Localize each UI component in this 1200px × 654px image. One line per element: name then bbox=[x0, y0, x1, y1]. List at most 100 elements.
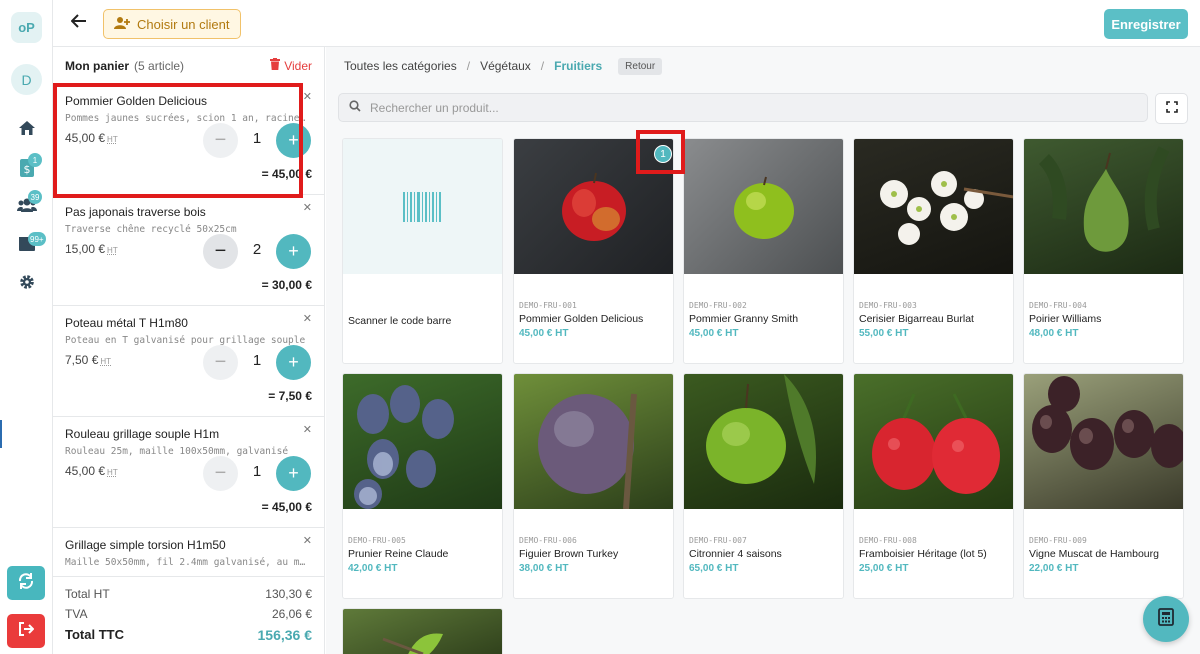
logout-button[interactable] bbox=[7, 614, 45, 648]
product-card[interactable]: DEMO-FRU-005 Prunier Reine Claude 42,00 … bbox=[342, 373, 503, 599]
product-card[interactable]: DEMO-FRU-004 Poirier Williams 48,00 € HT bbox=[1023, 138, 1184, 364]
total-ttc-value: 156,36 € bbox=[257, 627, 313, 643]
calculator-button[interactable] bbox=[1143, 596, 1189, 642]
cart-item-name: Rouleau grillage souple H1m bbox=[65, 427, 220, 441]
increase-qty-button[interactable]: + bbox=[276, 234, 311, 269]
product-name: Cerisier Bigarreau Burlat bbox=[859, 313, 974, 325]
decrease-qty-button[interactable]: − bbox=[203, 456, 238, 491]
product-image bbox=[514, 374, 673, 510]
fullscreen-button[interactable] bbox=[1155, 93, 1188, 124]
product-price: 22,00 € HT bbox=[1029, 563, 1079, 574]
line-total: = 30,00 € bbox=[261, 278, 312, 292]
breadcrumb-level1[interactable]: Végétaux bbox=[480, 59, 531, 73]
increase-qty-button[interactable]: + bbox=[276, 456, 311, 491]
product-sku: DEMO-FRU-008 bbox=[859, 536, 917, 545]
back-category-button[interactable]: Retour bbox=[618, 57, 663, 75]
product-sku: DEMO-FRU-003 bbox=[859, 301, 917, 310]
user-avatar[interactable]: D bbox=[11, 64, 42, 95]
product-search[interactable]: Rechercher un produit... bbox=[338, 93, 1148, 122]
user-plus-icon bbox=[114, 16, 130, 33]
clear-cart-button[interactable]: Vider bbox=[270, 58, 312, 73]
total-ttc-row: Total TTC 156,36 € bbox=[65, 627, 312, 647]
product-card[interactable]: DEMO-FRU-009 Vigne Muscat de Hambourg 22… bbox=[1023, 373, 1184, 599]
product-card[interactable]: DEMO-FRU-003 Cerisier Bigarreau Burlat 5… bbox=[853, 138, 1014, 364]
product-price: 45,00 € HT bbox=[519, 328, 569, 339]
total-ht-row: Total HT 130,30 € bbox=[65, 587, 312, 607]
nav-home[interactable] bbox=[0, 115, 53, 145]
product-sku: DEMO-FRU-005 bbox=[348, 536, 406, 545]
search-icon bbox=[349, 100, 361, 115]
trash-icon bbox=[270, 58, 281, 73]
remove-item-button[interactable]: ✕ bbox=[303, 423, 312, 436]
product-sku: DEMO-FRU-001 bbox=[519, 301, 577, 310]
cart-item-price[interactable]: 7,50 € HT bbox=[65, 353, 111, 367]
product-card[interactable]: DEMO-FRU-006 Figuier Brown Turkey 38,00 … bbox=[513, 373, 674, 599]
app-logo[interactable]: oP bbox=[11, 12, 42, 43]
cart-totals: Total HT 130,30 € TVA 26,06 € Total TTC … bbox=[53, 576, 324, 654]
product-image bbox=[684, 374, 843, 509]
decrease-qty-button[interactable]: − bbox=[203, 345, 238, 380]
remove-item-button[interactable]: ✕ bbox=[303, 312, 312, 325]
product-price: 42,00 € HT bbox=[348, 563, 398, 574]
sign-out-icon bbox=[18, 621, 35, 642]
product-name: Vigne Muscat de Hambourg bbox=[1029, 548, 1159, 560]
scan-barcode-card[interactable]: Scanner le code barre bbox=[342, 138, 503, 364]
product-card[interactable]: DEMO-FRU-007 Citronnier 4 saisons 65,00 … bbox=[683, 373, 844, 599]
top-bar: Choisir un client Enregistrer bbox=[53, 0, 1200, 47]
highlight-box-cart-item bbox=[53, 83, 303, 198]
cart-item-price[interactable]: 15,00 € HT bbox=[65, 242, 118, 256]
unit-price: 45,00 € bbox=[65, 464, 106, 478]
cart-item-name: Pas japonais traverse bois bbox=[65, 205, 206, 219]
product-card[interactable]: DEMO-FRU-008 Framboisier Héritage (lot 5… bbox=[853, 373, 1014, 599]
back-button[interactable] bbox=[69, 13, 89, 33]
product-name: Scanner le code barre bbox=[348, 315, 452, 327]
product-card[interactable] bbox=[342, 608, 503, 654]
breadcrumb-separator: / bbox=[540, 59, 545, 73]
product-name: Pommier Granny Smith bbox=[689, 313, 799, 325]
highlight-box-cart-badge bbox=[636, 130, 685, 174]
remove-item-button[interactable]: ✕ bbox=[303, 90, 312, 103]
nav-settings[interactable] bbox=[0, 269, 53, 299]
cart-item: Poteau métal T H1m80 Poteau en T galvani… bbox=[53, 306, 324, 417]
choose-client-button[interactable]: Choisir un client bbox=[103, 9, 241, 39]
increase-qty-button[interactable]: + bbox=[276, 345, 311, 380]
product-price: 65,00 € HT bbox=[689, 563, 739, 574]
product-sku: DEMO-FRU-004 bbox=[1029, 301, 1087, 310]
breadcrumb-current: Fruitiers bbox=[554, 59, 603, 73]
save-button[interactable]: Enregistrer bbox=[1104, 9, 1188, 39]
breadcrumb-separator: / bbox=[466, 59, 471, 73]
product-sku: DEMO-FRU-006 bbox=[519, 536, 577, 545]
tva-row: TVA 26,06 € bbox=[65, 607, 312, 627]
tva-value: 26,06 € bbox=[271, 607, 312, 621]
cart-item: Grillage simple torsion H1m50 Maille 50x… bbox=[53, 528, 324, 576]
cart-item-description: Traverse chêne recyclé 50x25cm bbox=[65, 224, 237, 235]
quantity-value[interactable]: 1 bbox=[243, 463, 271, 480]
product-name: Pommier Golden Delicious bbox=[519, 313, 644, 325]
quantity-value[interactable]: 1 bbox=[243, 352, 271, 369]
decrease-qty-button[interactable]: − bbox=[203, 234, 238, 269]
sync-button[interactable] bbox=[7, 566, 45, 600]
quantity-value[interactable]: 2 bbox=[243, 241, 271, 258]
product-card[interactable]: DEMO-FRU-002 Pommier Granny Smith 45,00 … bbox=[683, 138, 844, 364]
remove-item-button[interactable]: ✕ bbox=[303, 201, 312, 214]
breadcrumb-root[interactable]: Toutes les catégories bbox=[344, 59, 457, 73]
remove-item-button[interactable]: ✕ bbox=[303, 534, 312, 547]
choose-client-label: Choisir un client bbox=[137, 16, 230, 32]
cart-title: Mon panier bbox=[65, 58, 130, 73]
product-name: Poirier Williams bbox=[1029, 313, 1102, 325]
tva-label: TVA bbox=[65, 607, 88, 621]
total-ht-value: 130,30 € bbox=[265, 587, 312, 601]
cart-header: Mon panier (5 article) Vider bbox=[53, 47, 324, 84]
product-image bbox=[343, 609, 502, 654]
price-unit: HT bbox=[107, 246, 118, 255]
product-sku: DEMO-FRU-007 bbox=[689, 536, 747, 545]
nav-orders[interactable]: 99+ bbox=[0, 231, 53, 261]
product-image bbox=[1024, 139, 1183, 274]
catalog-area: Toutes les catégories / Végétaux / Fruit… bbox=[326, 47, 1200, 654]
unit-price: 7,50 € bbox=[65, 353, 99, 367]
cart-item-price[interactable]: 45,00 € HT bbox=[65, 464, 118, 478]
svg-text:$: $ bbox=[23, 163, 30, 176]
calculator-icon bbox=[1158, 607, 1174, 631]
nav-customers[interactable]: 39 bbox=[0, 190, 53, 222]
nav-cash-register[interactable]: $ 1 bbox=[0, 153, 53, 183]
